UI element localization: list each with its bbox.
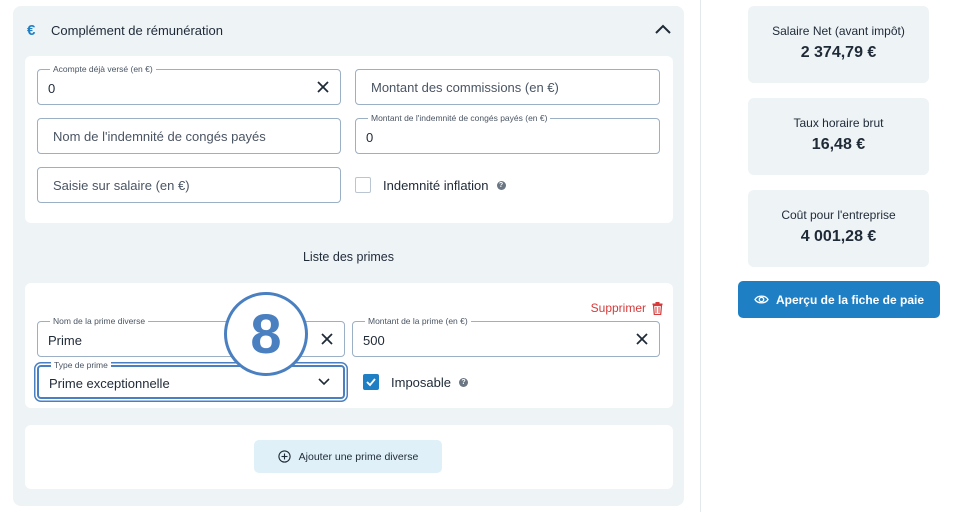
prime-type-select[interactable]: Type de prime Prime exceptionnelle (37, 360, 345, 399)
salary-complement-panel: € Complément de rémunération Acompte déj… (13, 6, 684, 506)
delete-label: Supprimer (590, 301, 646, 315)
eye-icon (754, 295, 769, 304)
saisie-placeholder: Saisie sur salaire (en €) (53, 178, 190, 193)
prime-name-label: Nom de la prime diverse (50, 316, 149, 326)
section-header[interactable]: € Complément de rémunération (27, 20, 223, 40)
saisie-field[interactable]: Saisie sur salaire (en €) (37, 167, 341, 203)
add-prime-button[interactable]: Ajouter une prime diverse (254, 440, 442, 473)
add-prime-label: Ajouter une prime diverse (298, 450, 419, 463)
payslip-preview-label: Aperçu de la fiche de paie (775, 292, 925, 307)
chevron-up-icon[interactable] (654, 22, 672, 36)
payslip-preview-button[interactable]: Aperçu de la fiche de paie (738, 281, 940, 318)
prime-type-value: Prime exceptionnelle (49, 376, 170, 391)
info-icon[interactable]: ? (458, 377, 468, 387)
step-number: 8 (250, 302, 282, 365)
hourly-rate-label: Taux horaire brut (793, 116, 884, 130)
prime-name-value: Prime (48, 333, 82, 348)
delete-prime-button[interactable]: Supprimer (591, 301, 663, 315)
clear-icon[interactable] (319, 331, 335, 347)
step-number-badge: 8 (224, 292, 308, 376)
conges-amount-field[interactable]: Montant de l'indemnité de congés payés (… (355, 113, 660, 154)
acompte-value: 0 (48, 81, 56, 96)
employer-cost-label: Coût pour l'entreprise (781, 208, 896, 222)
primes-list-title: Liste des primes (302, 250, 394, 264)
inflation-checkbox[interactable] (355, 177, 371, 193)
conges-amount-label: Montant de l'indemnité de congés payés (… (368, 113, 551, 123)
complement-fields-card: Acompte déjà versé (en €) 0 Montant des … (25, 56, 673, 223)
add-prime-card: Ajouter une prime diverse (25, 425, 673, 489)
conges-name-field[interactable]: Nom de l'indemnité de congés payés (37, 118, 341, 154)
employer-cost-value: 4 001,28 € (800, 228, 877, 245)
acompte-label: Acompte déjà versé (en €) (50, 64, 156, 74)
hourly-rate-card: Taux horaire brut 16,48 € (748, 98, 929, 175)
net-salary-value: 2 374,79 € (800, 44, 877, 61)
plus-circle-icon (278, 450, 291, 463)
chevron-down-icon[interactable] (317, 377, 331, 387)
euro-icon: € (27, 21, 36, 39)
hourly-rate-value: 16,48 € (811, 136, 866, 153)
prime-amount-label: Montant de la prime (en €) (365, 316, 471, 326)
conges-name-placeholder: Nom de l'indemnité de congés payés (53, 129, 266, 144)
info-icon[interactable]: ? (496, 180, 506, 190)
prime-type-label: Type de prime (51, 360, 111, 370)
commissions-field[interactable]: Montant des commissions (en €) (355, 69, 660, 105)
imposable-checkbox[interactable] (363, 374, 379, 390)
column-divider (700, 0, 701, 512)
employer-cost-card: Coût pour l'entreprise 4 001,28 € (748, 190, 929, 267)
clear-icon[interactable] (634, 331, 650, 347)
prime-item-card: Supprimer Nom de la prime diverse Prime … (25, 283, 673, 408)
section-title: Complément de rémunération (51, 22, 223, 38)
imposable-label: Imposable (391, 374, 451, 390)
prime-amount-value: 500 (363, 333, 385, 348)
commissions-placeholder: Montant des commissions (en €) (371, 80, 559, 95)
check-icon (366, 378, 376, 387)
inflation-label: Indemnité inflation (383, 177, 489, 193)
net-salary-card: Salaire Net (avant impôt) 2 374,79 € (748, 6, 929, 83)
acompte-field[interactable]: Acompte déjà versé (en €) 0 (37, 64, 341, 105)
inflation-row: Indemnité inflation ? (355, 177, 506, 193)
net-salary-label: Salaire Net (avant impôt) (772, 24, 905, 38)
conges-amount-value: 0 (366, 130, 374, 145)
trash-icon (652, 301, 663, 315)
prime-amount-field[interactable]: Montant de la prime (en €) 500 (352, 316, 660, 357)
clear-icon[interactable] (315, 79, 331, 95)
imposable-row: Imposable ? (363, 374, 468, 390)
